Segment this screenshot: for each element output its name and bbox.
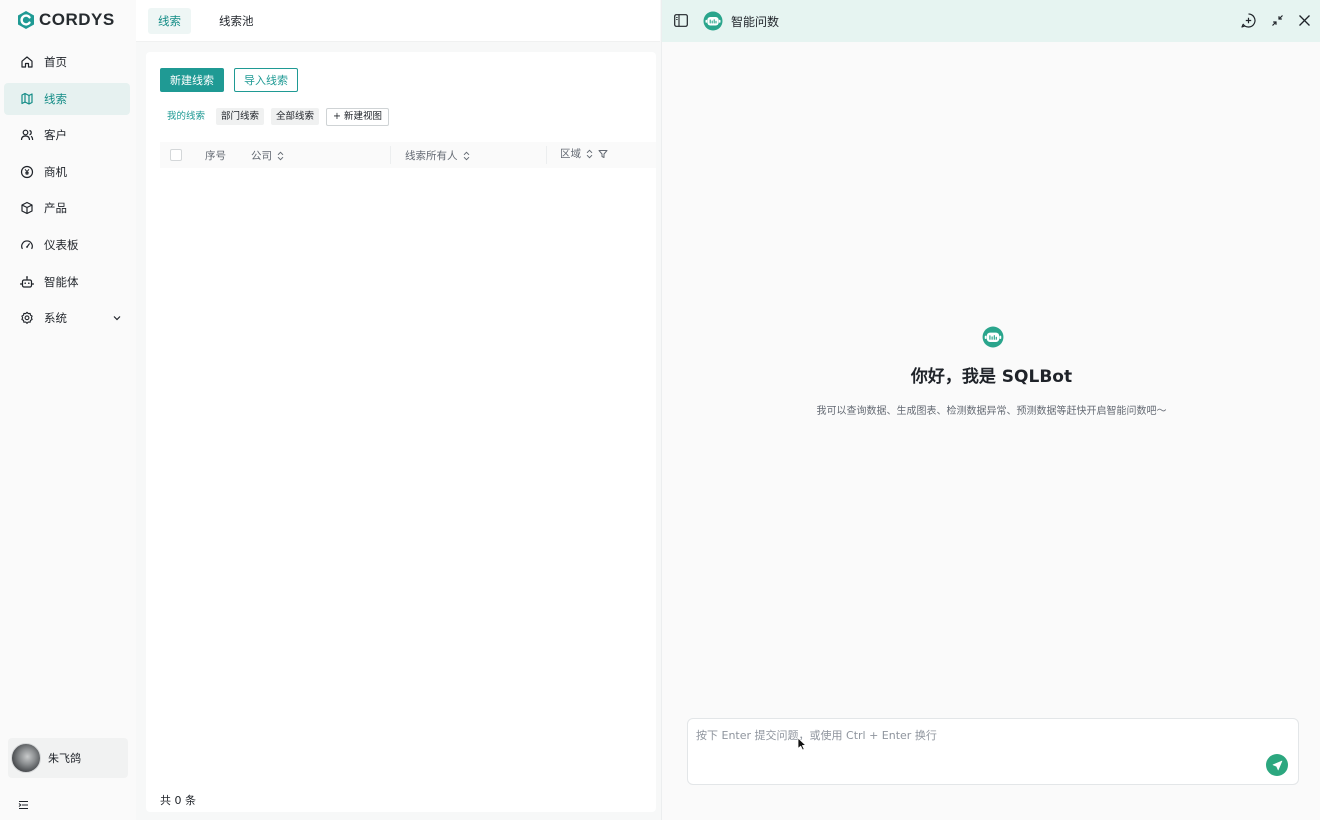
nav-item-label: 线索 — [44, 91, 67, 106]
view-department-leads[interactable]: 部门线索 — [216, 108, 265, 125]
page-tabs-bar: 线索 线索池 — [136, 0, 660, 42]
nav-item-system[interactable]: 系统 — [4, 302, 130, 334]
sort-icon[interactable] — [463, 151, 470, 161]
close-icon[interactable] — [1297, 13, 1312, 28]
tab-leads-pool[interactable]: 线索池 — [209, 8, 264, 34]
nav-item-label: 首页 — [44, 55, 67, 69]
nav-item-opportunity[interactable]: 商机 — [4, 156, 130, 188]
chevron-down-icon[interactable] — [112, 313, 122, 323]
view-my-leads[interactable]: 我的线索 — [162, 108, 210, 125]
add-view-button[interactable]: + 新建视图 — [326, 108, 389, 126]
brand-logo[interactable]: CORDYS — [16, 10, 115, 30]
toggle-sidebar-panel-icon[interactable] — [674, 14, 688, 27]
main-nav: 首页 线索 客户 商机 产品 仪表板 智能体 系统 — [4, 46, 130, 339]
minimize-icon[interactable] — [1270, 13, 1285, 28]
nav-item-leads[interactable]: 线索 — [4, 82, 130, 115]
nav-item-label: 客户 — [44, 128, 67, 143]
chat-input[interactable] — [696, 727, 1256, 767]
customers-icon — [20, 129, 34, 141]
column-header-owner[interactable]: 线索所有人 — [405, 148, 470, 163]
new-chat-icon[interactable] — [1241, 13, 1256, 28]
welcome-title: 你好，我是 SQLBot — [910, 367, 1073, 387]
leads-icon — [21, 92, 33, 105]
avatar — [11, 743, 41, 773]
new-lead-button[interactable]: 新建线索 — [160, 68, 224, 92]
user-profile[interactable]: 朱飞鸽 — [8, 738, 128, 778]
column-header-company[interactable]: 公司 — [251, 148, 284, 163]
sort-icon[interactable] — [586, 149, 593, 159]
sqlbot-avatar-icon — [982, 326, 1004, 348]
send-button[interactable] — [1266, 754, 1288, 776]
send-icon — [1272, 760, 1282, 770]
table-total-count: 共 0 条 — [160, 794, 196, 807]
cordys-logo-icon — [18, 11, 34, 29]
nav-item-label: 智能体 — [44, 274, 79, 289]
view-all-leads[interactable]: 全部线索 — [271, 108, 320, 125]
collapse-sidebar-icon[interactable] — [18, 800, 29, 810]
dashboard-gauge-icon — [21, 240, 33, 250]
column-divider[interactable] — [546, 146, 547, 164]
nav-item-customers[interactable]: 客户 — [4, 119, 130, 151]
system-gear-icon — [21, 311, 33, 325]
nav-item-dashboard[interactable]: 仪表板 — [4, 229, 130, 261]
nav-item-label: 系统 — [44, 311, 67, 326]
nav-item-product[interactable]: 产品 — [4, 192, 130, 224]
mouse-cursor-icon — [797, 737, 807, 751]
nav-item-label: 仪表板 — [44, 237, 79, 252]
home-icon — [21, 56, 33, 68]
ai-panel-header: 智能问数 — [662, 0, 1320, 42]
column-divider[interactable] — [390, 146, 391, 164]
opportunity-icon — [20, 165, 34, 178]
nav-item-home[interactable]: 首页 — [4, 46, 130, 78]
leads-content: 新建线索 导入线索 我的线索 部门线索 全部线索 + 新建视图 序号 公司 线索… — [146, 52, 656, 812]
agent-robot-icon — [20, 275, 34, 288]
column-header-index: 序号 — [205, 150, 226, 162]
chat-input-box — [687, 718, 1299, 785]
sort-icon[interactable] — [277, 151, 284, 161]
nav-item-label: 产品 — [44, 201, 67, 216]
import-leads-button[interactable]: 导入线索 — [234, 68, 298, 92]
column-header-region[interactable]: 区域 — [560, 146, 608, 161]
brand-name: CORDYS — [39, 10, 115, 29]
filter-icon[interactable] — [598, 149, 608, 159]
sqlbot-logo-icon — [703, 11, 723, 31]
ai-panel-title: 智能问数 — [731, 15, 780, 29]
select-all-checkbox[interactable] — [170, 149, 182, 161]
table-header: 序号 公司 线索所有人 区域 — [160, 142, 656, 168]
nav-item-agent[interactable]: 智能体 — [4, 266, 130, 298]
ai-assistant-panel: 智能问数 你好，我是 SQLBot 我可以查询数据、生成图表、检测数据异常、预测… — [661, 0, 1320, 820]
product-box-icon — [21, 202, 33, 215]
nav-item-label: 商机 — [44, 164, 67, 179]
sidebar: CORDYS 首页 线索 客户 商机 产品 仪表板 智能体 系统 朱飞鸽 — [0, 0, 136, 820]
user-name: 朱飞鸽 — [48, 752, 81, 765]
tab-leads[interactable]: 线索 — [148, 8, 191, 34]
welcome-subtitle: 我可以查询数据、生成图表、检测数据异常、预测数据等赶快开启智能问数吧～ — [816, 406, 1167, 417]
